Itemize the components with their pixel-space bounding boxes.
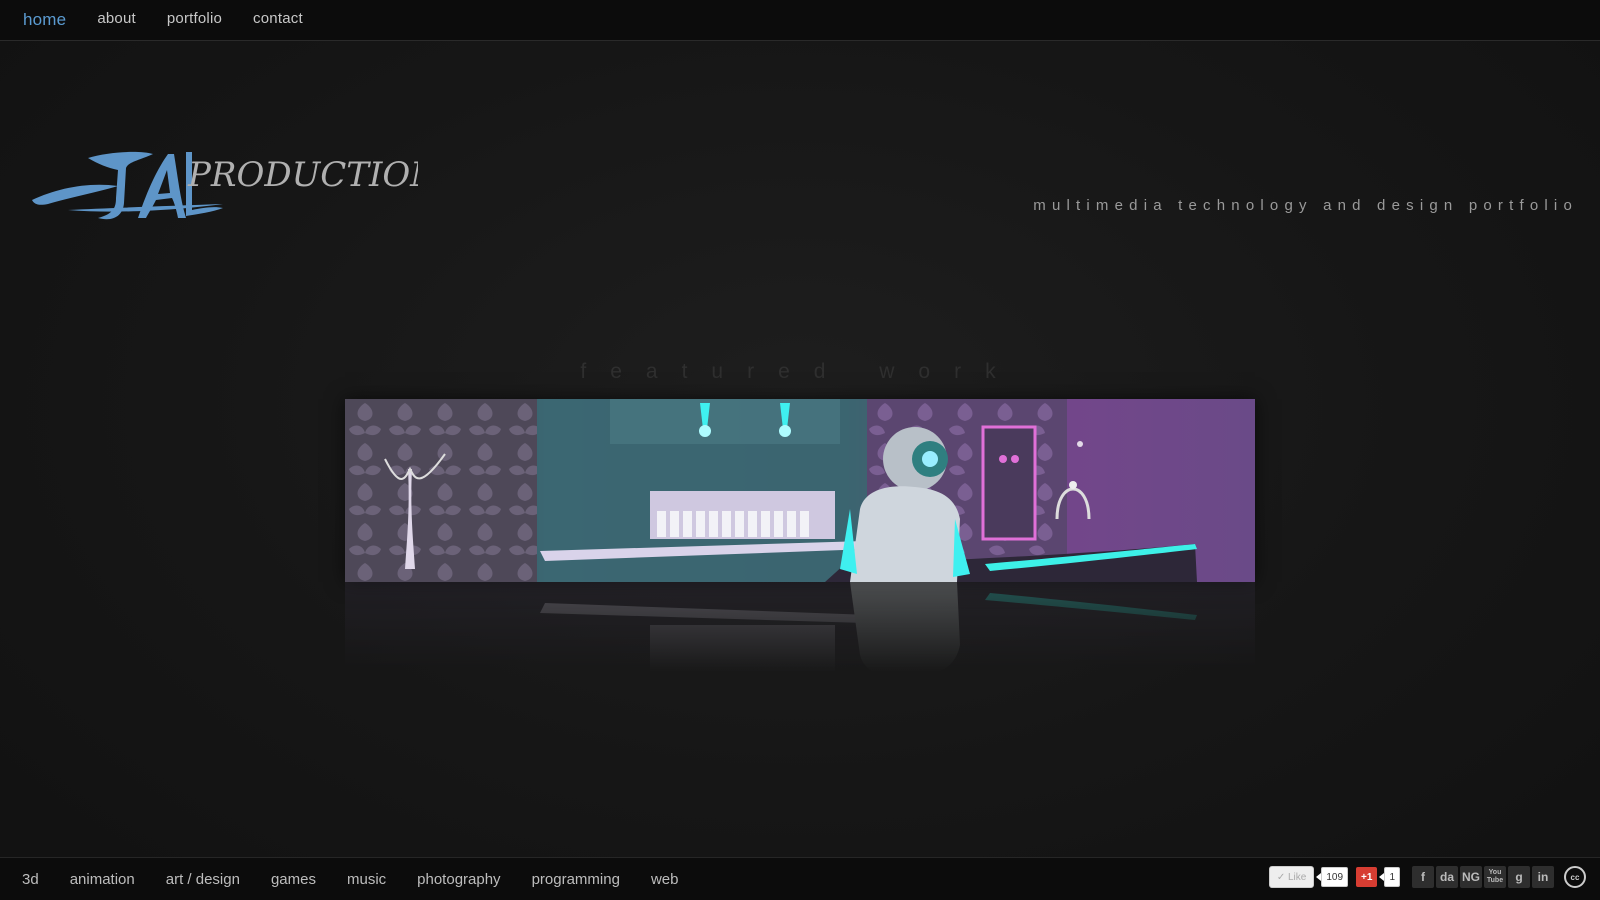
- linkedin-icon[interactable]: in: [1532, 866, 1554, 888]
- featured-work-heading: featured work: [580, 360, 1020, 383]
- facebook-like-button[interactable]: ✓ Like: [1268, 866, 1315, 888]
- nav-portfolio[interactable]: portfolio: [167, 10, 222, 30]
- like-count: 109: [1316, 867, 1349, 887]
- social-links: ✓ Like 109 +1 1 f da NG You Tube g in cc: [1268, 866, 1586, 888]
- category-photography[interactable]: photography: [417, 871, 500, 888]
- nav-about[interactable]: about: [97, 10, 136, 30]
- check-icon: ✓: [1276, 871, 1288, 883]
- site-logo[interactable]: PRODUCTIONS: [28, 148, 463, 228]
- google-icon[interactable]: g: [1508, 866, 1530, 888]
- featured-image[interactable]: [345, 399, 1255, 582]
- google-plus-button[interactable]: +1: [1356, 867, 1378, 887]
- category-art-design[interactable]: art / design: [166, 871, 240, 888]
- newgrounds-icon[interactable]: NG: [1460, 866, 1482, 888]
- google-plus-count: 1: [1379, 867, 1400, 887]
- like-label: Like: [1287, 871, 1307, 883]
- creative-commons-icon[interactable]: cc: [1564, 866, 1586, 888]
- category-animation[interactable]: animation: [70, 871, 135, 888]
- top-nav-bar: home about portfolio contact: [0, 0, 1600, 41]
- site-tagline: multimedia technology and design portfol…: [1033, 197, 1578, 214]
- logo-text: PRODUCTIONS: [187, 155, 418, 195]
- deviantart-icon[interactable]: da: [1436, 866, 1458, 888]
- category-3d[interactable]: 3d: [22, 871, 39, 888]
- google-plus-label: +1: [1361, 871, 1373, 883]
- nav-contact[interactable]: contact: [253, 10, 303, 30]
- category-games[interactable]: games: [271, 871, 316, 888]
- category-nav: 3d animation art / design games music ph…: [22, 871, 709, 888]
- nav-home[interactable]: home: [23, 10, 66, 30]
- category-music[interactable]: music: [347, 871, 386, 888]
- youtube-icon[interactable]: You Tube: [1484, 866, 1506, 888]
- category-bar: 3d animation art / design games music ph…: [0, 857, 1600, 900]
- category-programming[interactable]: programming: [532, 871, 620, 888]
- facebook-icon[interactable]: f: [1412, 866, 1434, 888]
- main-nav: home about portfolio contact: [23, 10, 334, 30]
- category-web[interactable]: web: [651, 871, 679, 888]
- featured-image-reflection: [345, 582, 1255, 672]
